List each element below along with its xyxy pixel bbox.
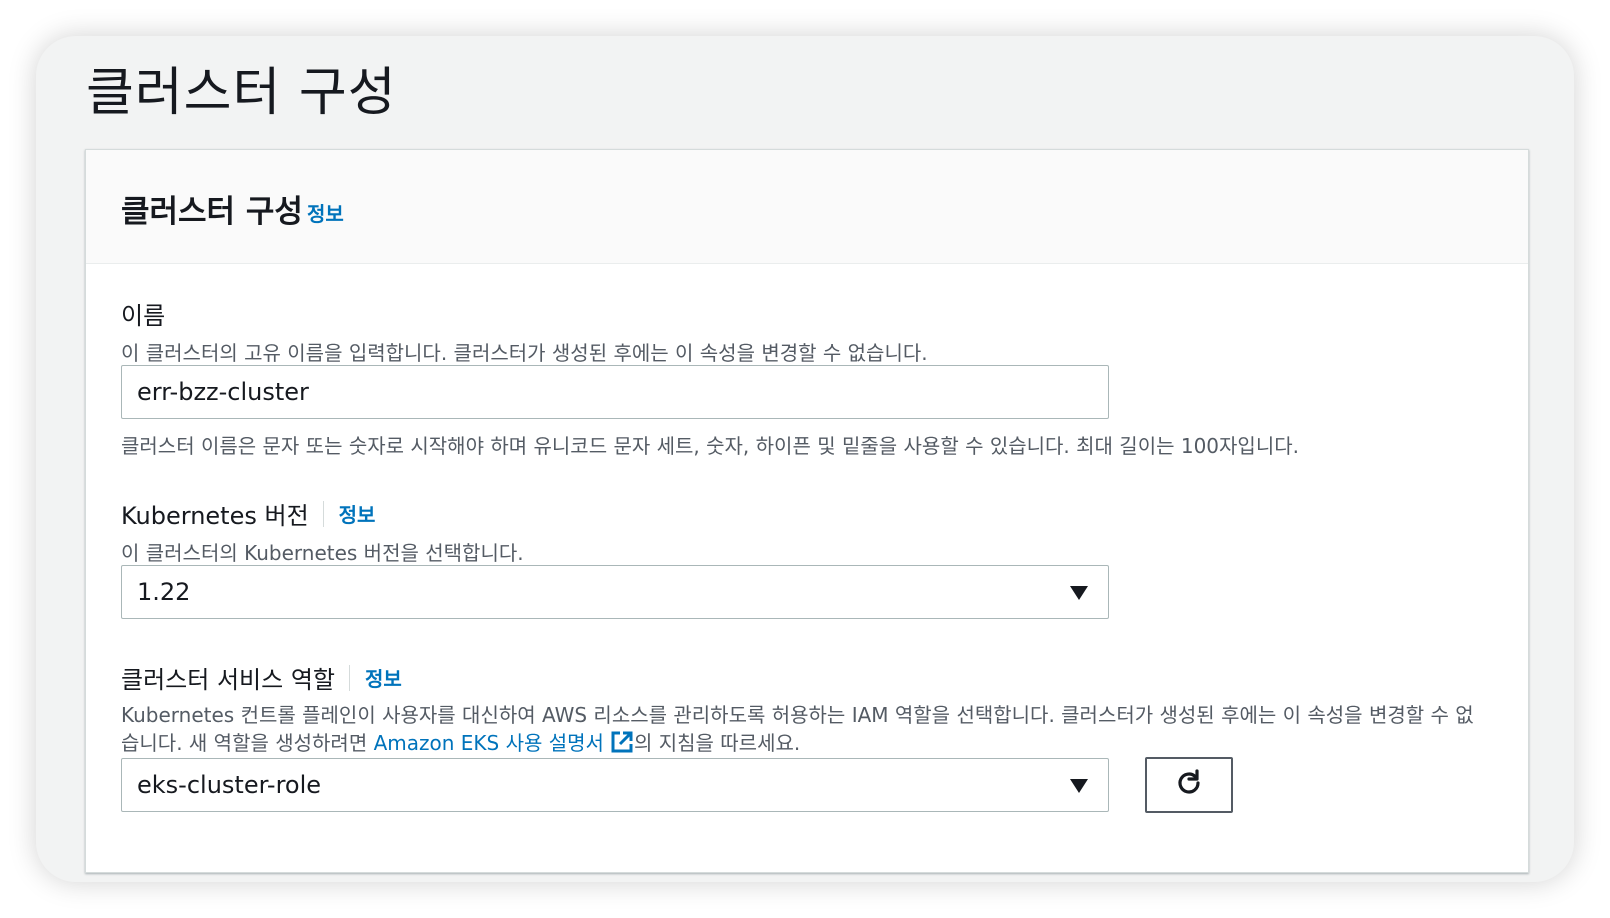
version-description: 이 클러스터의 Kubernetes 버전을 선택합니다. [121,541,524,565]
version-select-value: 1.22 [137,578,191,606]
caret-down-icon [1070,779,1088,793]
eks-user-guide-link-text: Amazon EKS 사용 설명서 [373,731,604,755]
role-description-line2: 습니다. 새 역할을 생성하려면 Amazon EKS 사용 설명서 의 지침을 … [121,729,1501,761]
role-select-value: eks-cluster-role [137,771,322,799]
panel-info-link[interactable]: 정보 [307,198,344,227]
name-description: 이 클러스터의 고유 이름을 입력합니다. 클러스터가 생성된 후에는 이 속성… [121,341,928,365]
role-description-suffix: 의 지침을 따르세요. [633,731,801,755]
role-description-line1: Kubernetes 컨트롤 플레인이 사용자를 대신하여 AWS 리소스를 관… [121,703,1474,727]
version-label: Kubernetes 버전 [121,502,309,530]
role-label-row: 클러스터 서비스 역할 정보 [121,660,1501,695]
cluster-config-panel: 클러스터 구성 정보 이름 이 클러스터의 고유 이름을 입력합니다. 클러스터… [85,149,1529,873]
role-description-prefix: 습니다. 새 역할을 생성하려면 [121,731,368,755]
eks-user-guide-link[interactable]: Amazon EKS 사용 설명서 [374,731,634,755]
label-divider [348,664,350,691]
version-label-row: Kubernetes 버전 정보 [121,496,524,531]
refresh-roles-button[interactable] [1145,757,1233,813]
role-description: Kubernetes 컨트롤 플레인이 사용자를 대신하여 AWS 리소스를 관… [121,701,1501,761]
name-field: 이름 이 클러스터의 고유 이름을 입력합니다. 클러스터가 생성된 후에는 이… [121,296,928,367]
version-info-link[interactable]: 정보 [339,499,376,528]
page-title: 클러스터 구성 [86,63,397,123]
label-divider [322,500,324,527]
role-field: 클러스터 서비스 역할 정보 Kubernetes 컨트롤 플레인이 사용자를 … [121,660,1501,761]
role-info-link[interactable]: 정보 [365,663,402,692]
panel-header: 클러스터 구성 정보 [86,150,1528,264]
name-constraint-text: 클러스터 이름은 문자 또는 숫자로 시작해야 하며 유니코드 문자 세트, 숫… [121,434,1299,458]
role-select[interactable]: eks-cluster-role [121,758,1109,812]
role-label: 클러스터 서비스 역할 [121,666,335,694]
caret-down-icon [1070,586,1088,600]
version-field: Kubernetes 버전 정보 이 클러스터의 Kubernetes 버전을 … [121,496,524,567]
name-label: 이름 [121,302,166,330]
name-input[interactable]: err-bzz-cluster [121,365,1109,419]
refresh-icon [1173,767,1205,803]
version-select[interactable]: 1.22 [121,565,1109,619]
panel-title: 클러스터 구성 [121,194,303,230]
external-link-icon [610,730,634,761]
console-window: 클러스터 구성 클러스터 구성 정보 이름 이 클러스터의 고유 이름을 입력합… [36,36,1574,882]
